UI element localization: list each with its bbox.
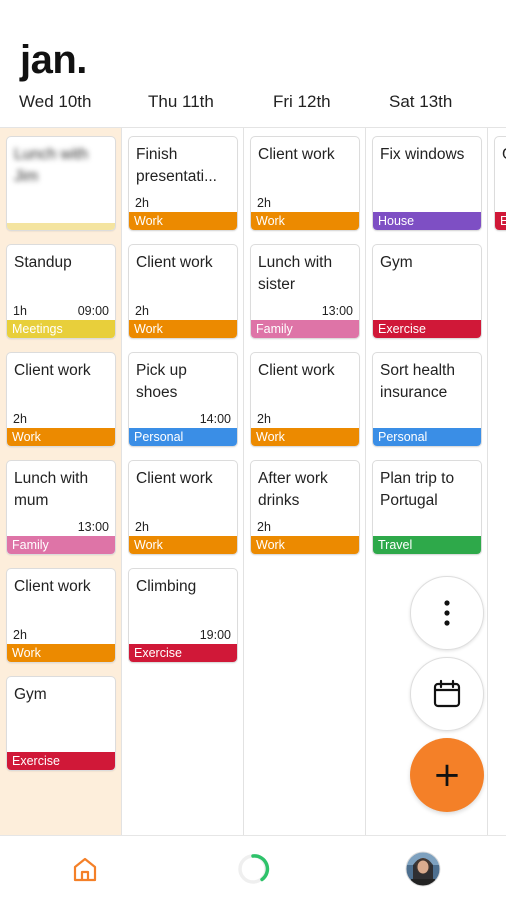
event-card[interactable]: Finish presentati... 2h Work bbox=[128, 136, 238, 231]
avatar bbox=[405, 851, 441, 886]
day-column: GE bbox=[488, 128, 506, 835]
bottom-navigation bbox=[0, 835, 506, 900]
event-title: Finish presentati... bbox=[136, 146, 217, 185]
event-category-tag: Exercise bbox=[373, 320, 481, 338]
event-category-tag: Work bbox=[251, 536, 359, 554]
event-category-tag: Work bbox=[251, 212, 359, 230]
event-category-tag: Work bbox=[7, 428, 115, 446]
event-title: Standup bbox=[14, 254, 72, 271]
event-category-tag: E bbox=[495, 212, 506, 230]
event-duration: 2h bbox=[13, 412, 27, 426]
event-card[interactable]: Sort health insurance Personal bbox=[372, 352, 482, 447]
event-card[interactable]: Lunch with mum 13:00 Family bbox=[6, 460, 116, 555]
event-title: Fix windows bbox=[380, 146, 465, 163]
day-header-sat[interactable]: Sat 13th bbox=[389, 92, 452, 112]
event-card[interactable]: Lunch with sister 13:00 Family bbox=[250, 244, 360, 339]
event-time: 19:00 bbox=[199, 628, 231, 642]
event-card[interactable]: Client work 2h Work bbox=[6, 568, 116, 663]
event-duration: 2h bbox=[257, 412, 271, 426]
event-card[interactable]: Climbing 19:00 Exercise bbox=[128, 568, 238, 663]
event-category-tag: Personal bbox=[129, 428, 237, 446]
event-duration: 2h bbox=[257, 520, 271, 534]
event-card[interactable]: Pick up shoes 14:00 Personal bbox=[128, 352, 238, 447]
progress-ring-icon bbox=[238, 853, 270, 884]
event-title: Client work bbox=[258, 146, 335, 163]
event-title: Plan trip to Portugal bbox=[380, 470, 455, 509]
event-time: 14:00 bbox=[199, 412, 231, 426]
event-title: Pick up shoes bbox=[136, 362, 187, 401]
event-card[interactable]: Fix windows House bbox=[372, 136, 482, 231]
event-category-tag: Work bbox=[7, 644, 115, 662]
day-column: Client work 2h Work Lunch with sister 13:00 F… bbox=[244, 128, 366, 835]
add-event-button[interactable]: + bbox=[410, 738, 484, 812]
event-category-tag: Work bbox=[129, 212, 237, 230]
nav-progress[interactable] bbox=[213, 836, 293, 900]
event-category-tag: Family bbox=[7, 536, 115, 554]
nav-home[interactable] bbox=[45, 836, 125, 900]
event-category-tag: Work bbox=[129, 320, 237, 338]
event-duration: 2h bbox=[135, 196, 149, 210]
event-title: Client work bbox=[136, 470, 213, 487]
event-category-tag: House bbox=[373, 212, 481, 230]
event-time: 13:00 bbox=[321, 304, 353, 318]
event-category-tag: Work bbox=[251, 428, 359, 446]
event-title: Client work bbox=[258, 362, 335, 379]
day-header-wed[interactable]: Wed 10th bbox=[19, 92, 91, 112]
event-title: Sort health insurance bbox=[380, 362, 455, 401]
event-card[interactable]: After work drinks 2h Work bbox=[250, 460, 360, 555]
event-time: 13:00 bbox=[77, 520, 109, 534]
event-title: Gym bbox=[14, 686, 47, 703]
event-card[interactable]: Gym Exercise bbox=[6, 676, 116, 771]
event-time: 09:00 bbox=[77, 304, 109, 318]
day-column: Fix windows House Gym Exercise Sort health i… bbox=[366, 128, 488, 835]
event-category-tag: Exercise bbox=[129, 644, 237, 662]
event-title: Gym bbox=[380, 254, 413, 271]
event-duration: 2h bbox=[13, 628, 27, 642]
event-title: Client work bbox=[14, 362, 91, 379]
event-title: Client work bbox=[136, 254, 213, 271]
nav-profile[interactable] bbox=[383, 836, 463, 900]
day-column: Lunch with Jim Standup 1h 09:00 Meetings Clie… bbox=[0, 128, 122, 835]
event-category-tag: Travel bbox=[373, 536, 481, 554]
event-card[interactable]: Standup 1h 09:00 Meetings bbox=[6, 244, 116, 339]
event-category-tag: Meetings bbox=[7, 320, 115, 338]
event-card[interactable]: Client work 2h Work bbox=[128, 460, 238, 555]
event-card[interactable]: Client work 2h Work bbox=[6, 352, 116, 447]
event-title: Lunch with mum bbox=[14, 470, 89, 509]
event-title: G bbox=[502, 144, 506, 166]
event-category-tag: Family bbox=[251, 320, 359, 338]
day-column: Finish presentati... 2h Work Client work 2h W… bbox=[122, 128, 244, 835]
event-category-tag bbox=[7, 223, 115, 230]
event-title: After work drinks bbox=[258, 470, 328, 509]
event-duration: 2h bbox=[257, 196, 271, 210]
event-title: Climbing bbox=[136, 578, 197, 595]
event-duration: 1h bbox=[13, 304, 27, 318]
event-duration: 2h bbox=[135, 520, 149, 534]
event-title: Lunch with sister bbox=[258, 254, 333, 293]
event-category-tag: Personal bbox=[373, 428, 481, 446]
event-duration: 2h bbox=[135, 304, 149, 318]
calendar-button[interactable] bbox=[410, 657, 484, 731]
month-title: jan. bbox=[20, 38, 87, 82]
more-vertical-icon bbox=[444, 600, 450, 626]
event-category-tag: Exercise bbox=[7, 752, 115, 770]
add-label: + bbox=[432, 755, 462, 795]
event-card[interactable]: GE bbox=[494, 136, 506, 231]
event-title: Client work bbox=[14, 578, 91, 595]
event-category-tag: Work bbox=[129, 536, 237, 554]
more-options-button[interactable] bbox=[410, 576, 484, 650]
event-card[interactable]: Client work 2h Work bbox=[250, 352, 360, 447]
event-title: Lunch with Jim bbox=[14, 146, 89, 185]
event-card[interactable]: Client work 2h Work bbox=[128, 244, 238, 339]
day-header-fri[interactable]: Fri 12th bbox=[273, 92, 331, 112]
home-icon bbox=[73, 857, 97, 881]
calendar-icon bbox=[433, 679, 461, 708]
event-card[interactable]: Client work 2h Work bbox=[250, 136, 360, 231]
event-card[interactable]: Plan trip to Portugal Travel bbox=[372, 460, 482, 555]
week-board: Lunch with Jim Standup 1h 09:00 Meetings Clie… bbox=[0, 127, 506, 835]
event-card[interactable]: Gym Exercise bbox=[372, 244, 482, 339]
day-header-thu[interactable]: Thu 11th bbox=[148, 92, 214, 112]
event-card[interactable]: Lunch with Jim bbox=[6, 136, 116, 231]
